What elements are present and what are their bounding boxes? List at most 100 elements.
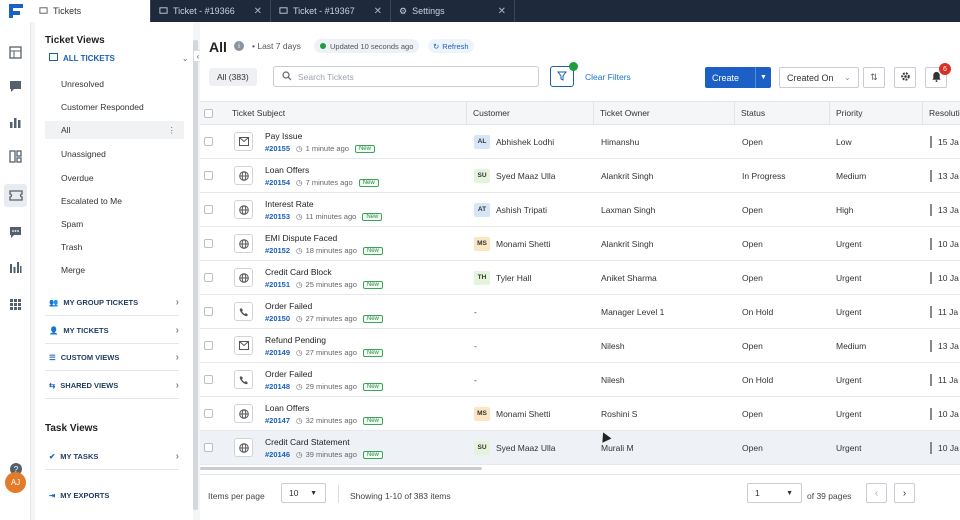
sidebar-item-overdue[interactable]: Overdue [61, 173, 94, 183]
table-row[interactable]: Loan Offers #20147 ◷ 32 minutes ago New MS Mon… [200, 397, 960, 431]
search-input[interactable]: Search Tickets [273, 66, 539, 87]
status-cell[interactable]: Open [742, 125, 763, 158]
tab-settings[interactable]: ⚙ Settings ✕ [391, 0, 515, 22]
col-resolution[interactable]: Resoluti [922, 102, 960, 124]
row-checkbox[interactable] [204, 409, 213, 418]
analytics-icon[interactable] [7, 259, 24, 276]
priority-cell[interactable]: Medium [836, 329, 866, 362]
close-icon[interactable]: ✕ [498, 6, 506, 17]
col-ticket-owner[interactable]: Ticket Owner [593, 102, 734, 124]
info-icon[interactable]: i [234, 41, 244, 51]
app-logo-icon[interactable] [0, 0, 31, 22]
row-checkbox[interactable] [204, 375, 213, 384]
row-checkbox[interactable] [204, 307, 213, 316]
count-pill[interactable]: All (383) [209, 68, 257, 86]
next-page-button[interactable]: › [894, 483, 915, 503]
customer-cell[interactable]: - [474, 363, 477, 396]
status-cell[interactable]: On Hold [742, 363, 773, 396]
ticket-id-link[interactable]: #20146 [265, 450, 290, 459]
row-checkbox[interactable] [204, 137, 213, 146]
reports-icon[interactable] [7, 114, 24, 131]
table-row[interactable]: Credit Card Statement #20146 ◷ 39 minutes a… [200, 431, 960, 465]
more-options-icon[interactable]: ⋮ [168, 125, 177, 136]
table-row[interactable]: Refund Pending #20149 ◷ 27 minutes ago New - N… [200, 329, 960, 363]
group-custom-views[interactable]: ☰ CUSTOM VIEWS › [45, 345, 179, 371]
priority-cell[interactable]: Urgent [836, 363, 862, 396]
sidebar-item-unassigned[interactable]: Unassigned [61, 149, 106, 159]
priority-cell[interactable]: Urgent [836, 227, 862, 260]
checkbox[interactable] [204, 108, 213, 118]
customer-cell[interactable]: MS Monami Shetti [474, 227, 550, 260]
table-row[interactable]: Interest Rate #20153 ◷ 11 minutes ago New AT A… [200, 193, 960, 227]
sidebar-scrollbar[interactable] [193, 40, 198, 510]
sidebar-item-all[interactable]: All ⋮ [45, 121, 184, 139]
dropdown-caret-icon[interactable]: ▼ [755, 67, 771, 88]
col-customer[interactable]: Customer [466, 102, 593, 124]
clear-filters-link[interactable]: Clear Filters [585, 72, 631, 82]
status-cell[interactable]: Open [742, 227, 763, 260]
status-cell[interactable]: On Hold [742, 295, 773, 328]
group-my-exports[interactable]: ⇥ MY EXPORTS [45, 482, 179, 508]
priority-cell[interactable]: Urgent [836, 431, 862, 464]
group-shared-views[interactable]: ⇆ SHARED VIEWS › [45, 373, 179, 399]
ticket-subject-link[interactable]: Credit Card Statement [265, 437, 350, 447]
ticket-subject-link[interactable]: Interest Rate [265, 199, 314, 209]
tickets-icon[interactable] [4, 184, 27, 207]
customer-cell[interactable]: SU Syed Maaz Ulla [474, 159, 556, 192]
table-row[interactable]: Loan Offers #20154 ◷ 7 minutes ago New SU Syed… [200, 159, 960, 193]
chat-icon[interactable] [7, 78, 24, 95]
priority-cell[interactable]: Low [836, 125, 852, 158]
ticket-id-link[interactable]: #20147 [265, 416, 290, 425]
sidebar-item-unresolved[interactable]: Unresolved [61, 79, 104, 89]
priority-cell[interactable]: Medium [836, 159, 866, 192]
table-row[interactable]: Order Failed #20150 ◷ 27 minutes ago New - Man… [200, 295, 960, 329]
date-range[interactable]: • Last 7 days [252, 41, 301, 51]
create-button[interactable]: Create ▼ [705, 67, 771, 88]
table-row[interactable]: Credit Card Block #20151 ◷ 25 minutes ago Ne… [200, 261, 960, 295]
owner-cell[interactable]: Himanshu [601, 125, 639, 158]
customer-cell[interactable]: AT Ashish Tripati [474, 193, 547, 226]
ticket-id-link[interactable]: #20152 [265, 246, 290, 255]
customer-cell[interactable]: - [474, 295, 477, 328]
ticket-subject-link[interactable]: Credit Card Block [265, 267, 332, 277]
ticket-subject-link[interactable]: Order Failed [265, 369, 312, 379]
owner-cell[interactable]: Manager Level 1 [601, 295, 664, 328]
all-tickets-toggle[interactable]: ALL TICKETS ⌄ [49, 53, 189, 63]
group-my-group-tickets[interactable]: 👥 MY GROUP TICKETS › [45, 290, 179, 316]
ticket-subject-link[interactable]: Order Failed [265, 301, 312, 311]
customer-cell[interactable]: - [474, 329, 477, 362]
status-cell[interactable]: Open [742, 329, 763, 362]
status-cell[interactable]: Open [742, 261, 763, 294]
sort-select[interactable]: Created On ⌄ [779, 67, 859, 88]
ticket-id-link[interactable]: #20151 [265, 280, 290, 289]
sidebar-item-trash[interactable]: Trash [61, 242, 82, 252]
status-cell[interactable]: Open [742, 431, 763, 464]
sidebar-item-merge[interactable]: Merge [61, 265, 85, 275]
row-checkbox[interactable] [204, 341, 213, 350]
priority-cell[interactable]: High [836, 193, 853, 226]
messages-icon[interactable] [7, 224, 24, 241]
select-all-checkbox[interactable] [200, 102, 226, 124]
tab-ticket-19366[interactable]: Ticket - #19366 ✕ [151, 0, 271, 22]
sidebar-item-escalated[interactable]: Escalated to Me [61, 196, 122, 206]
status-cell[interactable]: Open [742, 397, 763, 430]
sidebar-item-spam[interactable]: Spam [61, 219, 83, 229]
owner-cell[interactable]: Alankrit Singh [601, 227, 653, 260]
horizontal-scrollbar[interactable] [200, 467, 482, 470]
status-cell[interactable]: In Progress [742, 159, 785, 192]
owner-cell[interactable]: Roshini S [601, 397, 637, 430]
close-icon[interactable]: ✕ [374, 6, 382, 17]
owner-cell[interactable]: Nilesh [601, 363, 625, 396]
customer-cell[interactable]: AL Abhishek Lodhi [474, 125, 554, 158]
ticket-subject-link[interactable]: Loan Offers [265, 403, 309, 413]
ticket-subject-link[interactable]: Loan Offers [265, 165, 309, 175]
ticket-id-link[interactable]: #20150 [265, 314, 290, 323]
tab-tickets[interactable]: Tickets [31, 0, 151, 22]
owner-cell[interactable]: Nilesh [601, 329, 625, 362]
ticket-id-link[interactable]: #20153 [265, 212, 290, 221]
owner-cell[interactable]: Alankrit Singh [601, 159, 653, 192]
tab-ticket-19367[interactable]: Ticket - #19367 ✕ [271, 0, 391, 22]
row-checkbox[interactable] [204, 239, 213, 248]
owner-cell[interactable]: Aniket Sharma [601, 261, 657, 294]
table-row[interactable]: Order Failed #20148 ◷ 29 minutes ago New - Nil… [200, 363, 960, 397]
